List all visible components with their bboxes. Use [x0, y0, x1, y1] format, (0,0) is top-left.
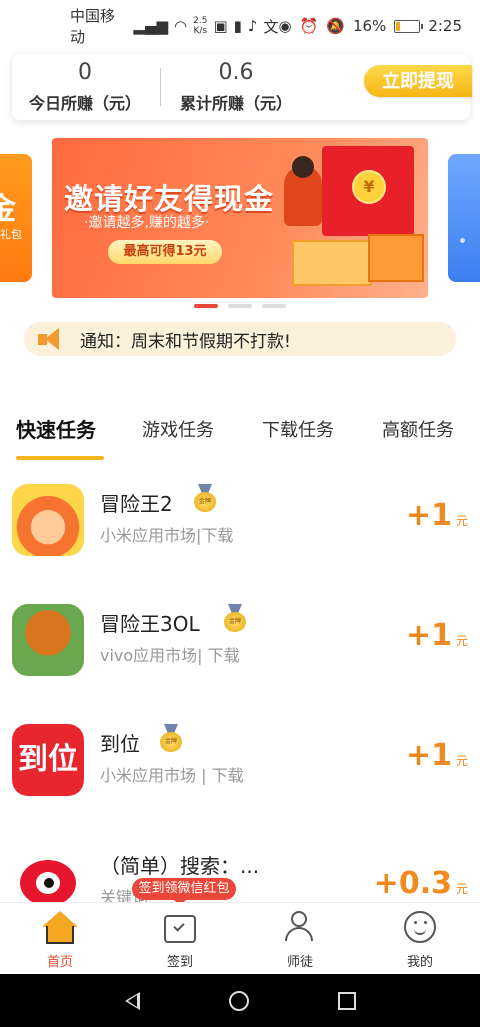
earnings-card: 0 今日所赚（元） 0.6 累计所赚（元） 立即提现: [12, 54, 472, 120]
carousel-dot[interactable]: [194, 304, 218, 308]
task-item[interactable]: 冒险王3OL 金牌 vivo应用市场| 下载 +1 元: [0, 604, 480, 704]
tab-high-reward-tasks[interactable]: 高额任务: [382, 416, 454, 442]
speaker-icon: [36, 328, 68, 350]
total-earnings-label: 累计所赚（元）: [179, 94, 292, 113]
system-nav-bar: [0, 974, 480, 1027]
status-bar: 中国移动 ▂▄▆ ◠ 2.5 K/s ▣ ▮ ♪ 文 ◉ ⏰ 🔕 16% 2:2…: [0, 0, 480, 52]
nav-label: 我的: [406, 955, 433, 970]
mute-icon: 🔕: [326, 17, 345, 35]
smile-icon: [400, 909, 440, 947]
clock: 2:25: [428, 17, 462, 35]
task-reward: +0.3 元: [373, 866, 468, 901]
translate-icon: 文: [263, 17, 279, 36]
coin-icon: ¥: [352, 170, 386, 204]
banner-prev-card[interactable]: 金 礼包: [0, 154, 32, 282]
weibo-icon: [12, 846, 84, 902]
notice-text: 通知：周末和节假期不打款!: [80, 331, 291, 352]
gold-medal-icon: 金牌: [224, 604, 246, 632]
banner-cta[interactable]: 最高可得13元: [108, 240, 222, 264]
calendar-check-icon: [160, 909, 200, 947]
tab-quick-tasks[interactable]: 快速任务: [16, 414, 96, 443]
signal-icon: ▂▄▆: [133, 17, 169, 35]
tab-download-tasks[interactable]: 下载任务: [262, 416, 334, 442]
task-name: 冒险王3OL: [100, 612, 200, 636]
divider: [160, 68, 161, 106]
carousel-dot[interactable]: [228, 304, 252, 308]
task-reward: +1 元: [405, 738, 468, 773]
bottom-nav: 首页 签到 师徒 我的: [0, 902, 480, 974]
nav-home[interactable]: 首页: [0, 903, 120, 974]
today-earnings: 0 今日所赚（元）: [12, 60, 158, 114]
task-source: vivo应用市场| 下载: [100, 646, 240, 665]
home-circle-icon[interactable]: [228, 990, 249, 1011]
today-earnings-label: 今日所赚（元）: [28, 94, 141, 113]
daowei-icon: 到位: [12, 724, 84, 796]
today-earnings-value: 0: [78, 60, 92, 85]
banner-next-card[interactable]: [448, 154, 480, 282]
task-item[interactable]: （简单）搜索：... 关键词 +0.3 元: [0, 846, 480, 902]
task-source: 小米应用市场|下载: [100, 526, 234, 545]
task-name: （简单）搜索：...: [100, 854, 260, 878]
active-tab-indicator: [16, 456, 104, 460]
nav-label: 签到: [166, 955, 193, 970]
nav-profile[interactable]: 我的: [360, 903, 480, 974]
task-name: 冒险王2: [100, 492, 173, 516]
invite-banner[interactable]: ¥ 邀请好友得现金 ·邀请越多,赚的越多· 最高可得13元: [52, 138, 428, 298]
alarm-icon: ⏰: [299, 17, 319, 35]
tab-game-tasks[interactable]: 游戏任务: [142, 416, 214, 442]
task-reward: +1 元: [405, 498, 468, 533]
total-earnings: 0.6 累计所赚（元）: [163, 60, 309, 114]
checkin-tooltip[interactable]: 签到领微信红包: [132, 878, 236, 906]
sim-icon: ▮: [233, 17, 242, 35]
app-screen: 中国移动 ▂▄▆ ◠ 2.5 K/s ▣ ▮ ♪ 文 ◉ ⏰ 🔕 16% 2:2…: [0, 0, 480, 1027]
battery-icon: [394, 19, 424, 33]
task-item[interactable]: 到位 到位 金牌 小米应用市场 | 下载 +1 元: [0, 724, 480, 824]
nav-label: 师徒: [286, 955, 313, 970]
notice-bar: 通知：周末和节假期不打款!: [24, 322, 456, 356]
add-user-icon: [280, 909, 320, 947]
tiktok-icon: ♪: [247, 17, 258, 35]
battery-percent: 16%: [352, 17, 387, 35]
wifi-icon: ◠: [174, 17, 188, 35]
task-item[interactable]: 冒险王2 金牌 小米应用市场|下载 +1 元: [0, 484, 480, 584]
gold-medal-icon: 金牌: [160, 724, 182, 752]
maoxianwang3-icon: [12, 604, 84, 676]
carousel-dot[interactable]: [262, 304, 286, 308]
carousel-indicator: [194, 304, 286, 308]
app-notification-icon: ▣: [213, 17, 228, 35]
withdraw-button[interactable]: 立即提现: [364, 65, 472, 97]
total-earnings-value: 0.6: [218, 60, 254, 85]
task-tabs: 快速任务 游戏任务 下载任务 高额任务: [0, 408, 480, 468]
task-reward: +1 元: [405, 618, 468, 653]
nav-mentor[interactable]: 师徒: [240, 903, 360, 974]
task-name: 到位: [100, 732, 140, 756]
home-icon: [40, 909, 80, 947]
network-speed: 2.5 K/s: [193, 16, 208, 36]
task-source: 小米应用市场 | 下载: [100, 766, 244, 785]
recent-apps-icon[interactable]: [337, 991, 356, 1010]
gift-box-icon: [292, 240, 372, 286]
gold-medal-icon: 金牌: [194, 484, 216, 512]
back-icon[interactable]: [124, 991, 140, 1010]
nav-checkin[interactable]: 签到: [120, 903, 240, 974]
gift-box-icon: [368, 234, 424, 282]
eye-icon: ◉: [278, 17, 292, 35]
maoxianwang2-icon: [12, 484, 84, 556]
carrier-label: 中国移动: [70, 7, 116, 46]
nav-label: 首页: [46, 955, 73, 970]
banner-subtitle: ·邀请越多,赚的越多·: [84, 215, 210, 231]
